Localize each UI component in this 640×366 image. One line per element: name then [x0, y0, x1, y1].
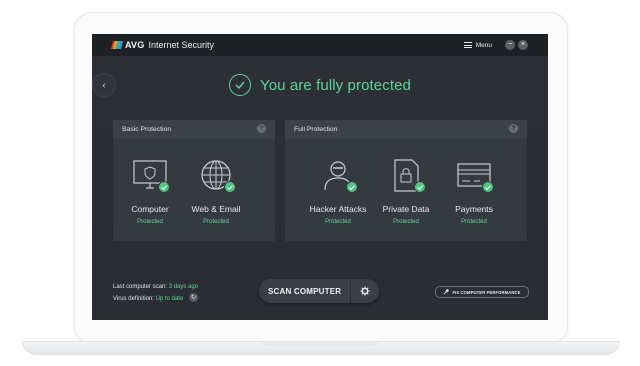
status-headline: You are fully protected	[259, 76, 411, 94]
globe-icon	[198, 158, 236, 194]
title-bar: AVG Internet Security Menu − ×	[92, 34, 548, 56]
close-button[interactable]: ×	[518, 40, 528, 50]
panel-header: Full Protection ?	[285, 120, 527, 138]
scan-settings-button[interactable]	[351, 279, 379, 303]
chevron-left-icon: ‹	[102, 80, 106, 90]
item-label: Payments	[455, 204, 493, 214]
full-protection-panel: Full Protection ? Hacker Attacks Protect…	[285, 120, 527, 241]
product-name: Internet Security	[148, 40, 214, 50]
basic-protection-panel: Basic Protection ? Computer Protected We…	[113, 120, 275, 241]
refresh-icon[interactable]: ↻	[188, 292, 198, 302]
payments-tile[interactable]: Payments Protected	[429, 158, 519, 225]
hamburger-menu-icon[interactable]	[463, 42, 472, 48]
last-scan-row: Last computer scan: 3 days ago	[113, 281, 198, 293]
avg-logo: AVG Internet Security	[110, 40, 214, 50]
back-button[interactable]: ‹	[92, 73, 116, 97]
help-icon[interactable]: ?	[257, 124, 266, 133]
protection-status: You are fully protected	[92, 72, 548, 98]
fix-performance-button[interactable]: FIX COMPUTER PERFORMANCE	[435, 286, 529, 298]
menu-button[interactable]: Menu	[476, 42, 492, 49]
virus-definition-label: Virus definition:	[113, 296, 154, 302]
item-label: Web & Email	[191, 204, 241, 214]
wrench-icon	[443, 289, 450, 295]
web-email-tile[interactable]: Web & Email Protected	[171, 158, 261, 225]
item-status: Protected	[203, 219, 229, 225]
logo-text: AVG	[125, 40, 145, 50]
fix-performance-label: FIX COMPUTER PERFORMANCE	[452, 289, 521, 295]
panel-title: Basic Protection	[122, 125, 172, 133]
minimize-button[interactable]: −	[505, 40, 515, 50]
check-badge-icon	[346, 181, 358, 193]
check-badge-icon	[414, 181, 426, 193]
virus-definition-row: Virus definition: Up to date ↻	[113, 292, 198, 305]
item-status: Protected	[461, 219, 487, 225]
lock-file-icon	[388, 158, 426, 194]
app-window: AVG Internet Security Menu − × You are f…	[92, 34, 548, 320]
panel-title: Full Protection	[294, 125, 338, 133]
hacker-icon	[320, 158, 358, 194]
check-badge-icon	[482, 181, 494, 193]
scan-computer-button[interactable]: SCAN COMPUTER	[259, 279, 352, 303]
window-controls: Menu − ×	[463, 34, 528, 56]
scan-info: Last computer scan: 3 days ago Virus def…	[113, 281, 198, 305]
last-scan-label: Last computer scan:	[113, 284, 168, 290]
last-scan-value[interactable]: 3 days ago	[169, 284, 198, 290]
help-icon[interactable]: ?	[509, 124, 518, 133]
monitor-icon	[132, 158, 170, 194]
check-badge-icon	[158, 181, 170, 193]
avg-logo-mark-icon	[110, 41, 124, 49]
check-circle-icon	[228, 74, 251, 96]
check-badge-icon	[224, 181, 236, 193]
virus-definition-value: Up to date	[155, 296, 184, 302]
scan-button-group: SCAN COMPUTER	[259, 279, 379, 303]
panel-header: Basic Protection ?	[113, 120, 275, 138]
laptop-notch	[262, 341, 378, 346]
credit-card-icon	[456, 158, 494, 194]
gear-icon	[360, 286, 370, 296]
